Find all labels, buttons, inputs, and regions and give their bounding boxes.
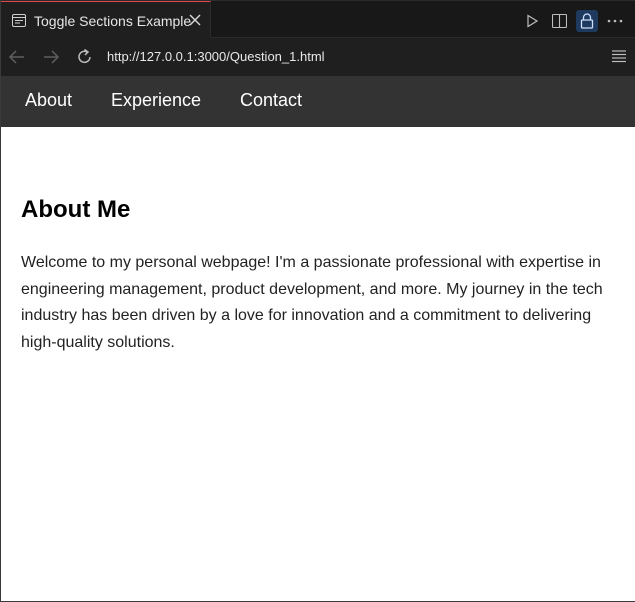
nav-link-contact[interactable]: Contact — [240, 90, 302, 111]
address-bar: http://127.0.0.1:3000/Question_1.html — [1, 38, 635, 76]
browser-window: Toggle Sections Example http://127.0.0.1… — [0, 0, 635, 602]
forward-arrow-icon[interactable] — [41, 47, 61, 67]
lock-icon — [580, 13, 594, 29]
lock-button[interactable] — [576, 10, 598, 32]
close-icon[interactable] — [189, 14, 201, 26]
more-actions-button[interactable] — [605, 11, 625, 31]
more-icon — [607, 19, 623, 23]
run-button[interactable] — [522, 11, 542, 31]
tab-strip: Toggle Sections Example — [1, 0, 635, 38]
reload-icon[interactable] — [75, 47, 95, 67]
nav-link-experience[interactable]: Experience — [111, 90, 201, 111]
site-nav: About Experience Contact — [1, 76, 635, 127]
tab-actions — [515, 10, 625, 32]
back-arrow-icon[interactable] — [7, 47, 27, 67]
nav-link-about[interactable]: About — [25, 90, 72, 111]
section-body: Welcome to my personal webpage! I'm a pa… — [21, 254, 603, 351]
browser-tab[interactable]: Toggle Sections Example — [1, 1, 211, 38]
url-field[interactable]: http://127.0.0.1:3000/Question_1.html — [107, 49, 325, 64]
section-heading: About Me — [21, 196, 131, 223]
play-icon — [527, 14, 539, 28]
split-editor-button[interactable] — [549, 11, 569, 31]
about-section: About Me Welcome to my personal webpage!… — [21, 196, 621, 356]
tab-title: Toggle Sections Example — [34, 13, 192, 29]
split-editor-icon — [551, 14, 567, 28]
menu-icon[interactable] — [611, 48, 627, 64]
page-icon — [12, 14, 26, 27]
